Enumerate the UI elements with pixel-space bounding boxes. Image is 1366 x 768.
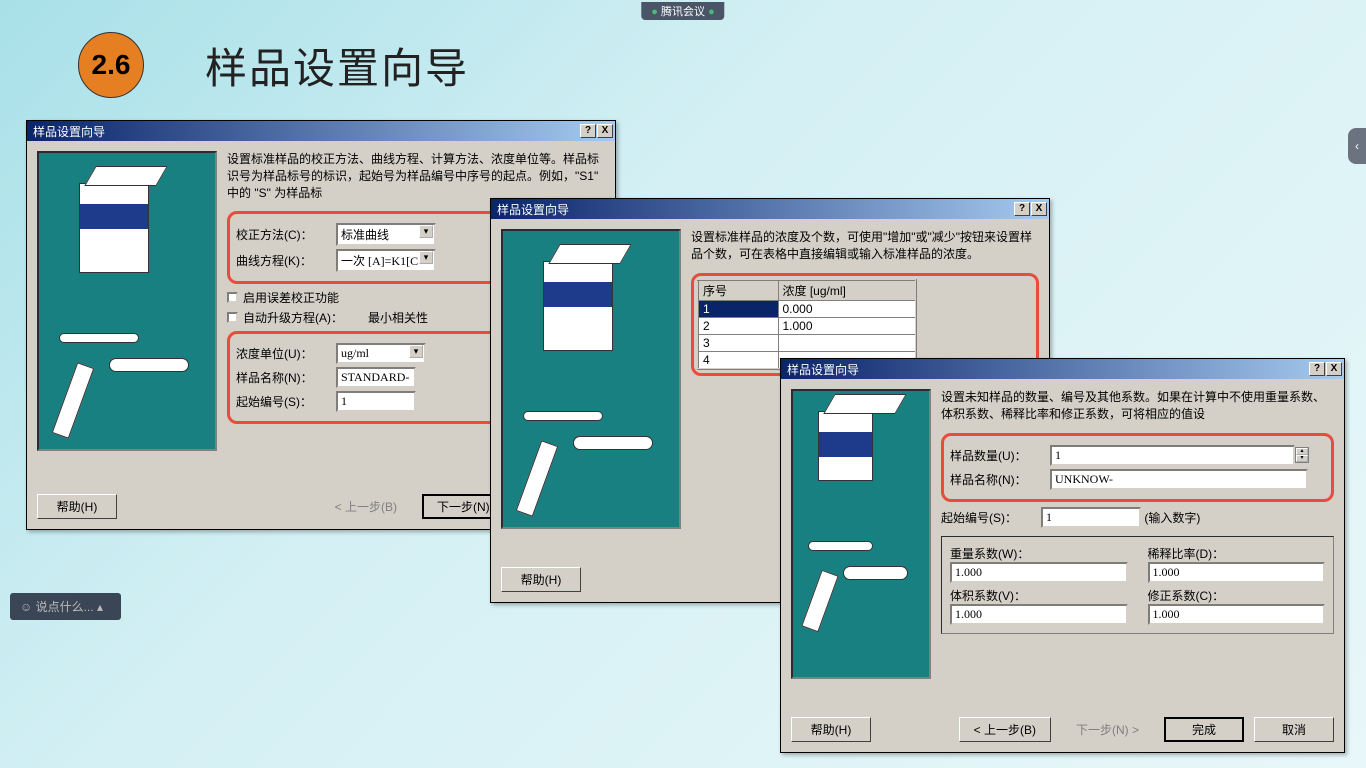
weight-label: 重量系数(W)：	[950, 545, 1128, 562]
wizard-illustration	[791, 389, 931, 679]
table-cell[interactable]: 3	[698, 334, 778, 351]
auto-upgrade-option: 最小相关性	[368, 309, 428, 326]
auto-upgrade-label: 自动升级方程(A)：	[243, 309, 368, 326]
weight-input[interactable]: 1.000	[950, 562, 1128, 583]
wizard-illustration	[37, 151, 217, 451]
back-button: < 上一步(B)	[320, 494, 412, 519]
start-num-input[interactable]: 1	[336, 391, 416, 412]
correction-label: 修正系数(C)：	[1148, 587, 1326, 604]
chat-input-placeholder[interactable]: ☺ 说点什么... ▴	[10, 593, 121, 620]
close-icon[interactable]: X	[1326, 362, 1342, 376]
close-icon[interactable]: X	[1031, 202, 1047, 216]
volume-input[interactable]: 1.000	[950, 604, 1128, 625]
side-collapse-tab[interactable]: ‹	[1348, 128, 1366, 164]
help-button[interactable]: 帮助(H)	[501, 567, 581, 592]
checkbox-icon[interactable]	[227, 312, 238, 323]
wizard-illustration	[501, 229, 681, 529]
table-cell[interactable]: 2	[698, 317, 778, 334]
next-button: 下一步(N) >	[1061, 717, 1154, 742]
help-button[interactable]: 帮助(H)	[37, 494, 117, 519]
window-title: 样品设置向导	[787, 361, 1309, 378]
sample-name-label: 样品名称(N)：	[236, 369, 336, 386]
checkbox-icon[interactable]	[227, 292, 238, 303]
window-title: 样品设置向导	[497, 201, 1014, 218]
help-icon[interactable]: ?	[1014, 202, 1030, 216]
start-num-label: 起始编号(S)：	[941, 509, 1041, 526]
table-cell[interactable]: 1.000	[778, 317, 916, 334]
section-number-badge: 2.6	[78, 32, 144, 98]
sample-name-input[interactable]: UNKNOW-	[1050, 469, 1308, 490]
volume-label: 体积系数(V)：	[950, 587, 1128, 604]
table-cell[interactable]: 1	[698, 300, 778, 317]
curve-dropdown[interactable]: 一次 [A]=K1[C	[336, 249, 436, 272]
wizard-dialog-3: 样品设置向导 ? X 设置未知样品的数量、编号及其他系数。如果在计算中不使用重量…	[780, 358, 1345, 753]
section-title: 样品设置向导	[205, 35, 469, 96]
dilution-label: 稀释比率(D)：	[1148, 545, 1326, 562]
help-icon[interactable]: ?	[580, 124, 596, 138]
qty-spinner[interactable]: ▴▾	[1295, 447, 1309, 463]
unit-dropdown[interactable]: ug/ml	[336, 343, 426, 364]
instruction-text: 设置标准样品的浓度及个数，可使用"增加"或"减少"按钮来设置样品个数，可在表格中…	[691, 229, 1039, 263]
calib-method-label: 校正方法(C)：	[236, 226, 336, 243]
help-button[interactable]: 帮助(H)	[791, 717, 871, 742]
start-num-label: 起始编号(S)：	[236, 393, 336, 410]
sample-name-input[interactable]: STANDARD-	[336, 367, 416, 388]
instruction-text: 设置标准样品的校正方法、曲线方程、计算方法、浓度单位等。样品标识号为样品标号的标…	[227, 151, 605, 201]
sample-name-label: 样品名称(N)：	[950, 471, 1050, 488]
close-icon[interactable]: X	[597, 124, 613, 138]
error-correction-label: 启用误差校正功能	[243, 289, 339, 306]
help-icon[interactable]: ?	[1309, 362, 1325, 376]
highlight-group-unknown: 样品数量(U)：1▴▾ 样品名称(N)：UNKNOW-	[941, 433, 1334, 502]
titlebar: 样品设置向导 ? X	[491, 199, 1049, 219]
table-cell[interactable]	[778, 334, 916, 351]
correction-input[interactable]: 1.000	[1148, 604, 1326, 625]
dilution-input[interactable]: 1.000	[1148, 562, 1326, 583]
unit-label: 浓度单位(U)：	[236, 345, 336, 362]
start-num-input[interactable]: 1	[1041, 507, 1141, 528]
window-title: 样品设置向导	[33, 123, 580, 140]
spin-up-icon[interactable]: ▴	[1296, 448, 1308, 455]
instruction-text: 设置未知样品的数量、编号及其他系数。如果在计算中不使用重量系数、体积系数、稀释比…	[941, 389, 1334, 423]
spin-down-icon[interactable]: ▾	[1296, 455, 1308, 462]
table-cell[interactable]: 4	[698, 351, 778, 369]
back-button[interactable]: < 上一步(B)	[959, 717, 1051, 742]
calib-method-dropdown[interactable]: 标准曲线	[336, 223, 436, 246]
finish-button[interactable]: 完成	[1164, 717, 1244, 742]
start-hint: (输入数字)	[1144, 509, 1200, 526]
qty-input[interactable]: 1	[1050, 445, 1295, 466]
col-conc: 浓度 [ug/ml]	[778, 280, 916, 301]
titlebar: 样品设置向导 ? X	[27, 121, 615, 141]
meeting-badge: ● 腾讯会议 ●	[641, 2, 724, 20]
coefficients-group: 重量系数(W)： 1.000 体积系数(V)： 1.000 稀释比率(D)： 1…	[941, 536, 1334, 634]
col-seq: 序号	[698, 280, 778, 301]
concentration-table[interactable]: 序号浓度 [ug/ml] 10.000 21.000 3 4	[697, 279, 917, 370]
qty-label: 样品数量(U)：	[950, 447, 1050, 464]
curve-label: 曲线方程(K)：	[236, 252, 336, 269]
cancel-button[interactable]: 取消	[1254, 717, 1334, 742]
table-cell[interactable]: 0.000	[778, 300, 916, 317]
titlebar: 样品设置向导 ? X	[781, 359, 1344, 379]
